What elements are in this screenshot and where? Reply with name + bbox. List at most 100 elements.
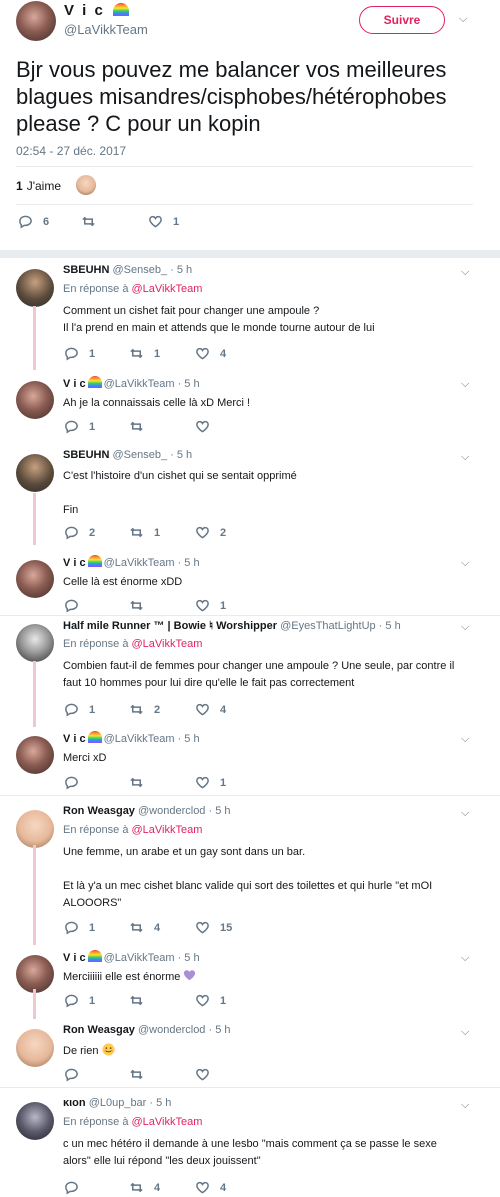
avatar[interactable] [16,560,54,598]
in-reply-to-link[interactable]: @LaVikkTeam [132,638,203,650]
reply-button[interactable]: 6 [18,214,49,229]
reply-header[interactable]: ĸιon @L0up_bar · 5 h [63,1097,171,1109]
retweet-button[interactable]: 1 [129,525,160,540]
retweet-button[interactable] [129,419,154,434]
reply-header[interactable]: V i c @LaVikkTeam · 5 h [63,731,200,745]
avatar[interactable] [16,1029,54,1067]
retweet-button[interactable]: 4 [129,920,160,935]
avatar[interactable] [16,269,54,307]
reply-button[interactable] [64,1180,89,1195]
rainbow-icon [113,3,130,16]
reply-button[interactable]: 1 [64,419,95,434]
reply-button[interactable]: 1 [64,346,95,361]
reply-author-handle[interactable]: @wonderclod · 5 h [138,1024,231,1036]
avatar[interactable] [16,381,54,419]
reply-button[interactable]: 1 [64,920,95,935]
retweet-button[interactable] [81,214,106,229]
like-button[interactable]: 1 [195,775,226,790]
reply-header[interactable]: V i c @LaVikkTeam · 5 h [63,555,200,569]
reply-author-name[interactable]: V i c [63,378,86,390]
divider [0,615,500,616]
reply-count: 1 [89,994,96,1007]
avatar[interactable] [16,1102,54,1140]
reply-author-name[interactable]: Half mile Runner ™ | Bowie ♮ Worshipper [63,620,277,632]
in-reply-to-link[interactable]: @LaVikkTeam [132,1116,203,1128]
avatar[interactable] [16,454,54,492]
reply-text-line: C'est l'histoire d'un cishet qui se sent… [63,470,297,482]
like-button[interactable]: 1 [195,993,226,1008]
reply-button[interactable]: 1 [64,702,95,717]
like-button[interactable]: 4 [195,1180,226,1195]
retweet-button[interactable]: 2 [129,702,160,717]
follow-button[interactable]: Suivre [359,6,445,34]
reply-author-name[interactable]: V i c [63,952,86,964]
like-button[interactable]: 15 [195,920,232,935]
reply-author-handle[interactable]: @LaVikkTeam · 5 h [104,733,200,745]
chevron-down-icon[interactable]: ⌵ [461,808,469,819]
chevron-down-icon[interactable]: ⌵ [461,622,469,633]
reply-author-name[interactable]: Ron Weasgay [63,805,135,817]
retweet-button[interactable]: 1 [129,346,160,361]
chevron-down-icon[interactable]: ⌵ [461,379,469,390]
reply-button[interactable] [64,775,89,790]
retweet-button[interactable] [129,1067,154,1082]
reply-header[interactable]: V i c @LaVikkTeam · 5 h [63,950,200,964]
reply-author-name[interactable]: Ron Weasgay [63,1024,135,1036]
avatar[interactable] [16,810,54,848]
reply-header[interactable]: Half mile Runner ™ | Bowie ♮ Worshipper … [63,619,401,632]
liker-avatar[interactable] [76,175,96,195]
reply-button[interactable]: 1 [64,993,95,1008]
retweet-button[interactable]: 4 [129,1180,160,1195]
like-button[interactable] [195,419,220,434]
reply-author-handle[interactable]: @L0up_bar · 5 h [89,1097,172,1109]
reply-header[interactable]: SBEUHN @Senseb_ · 5 h [63,449,192,461]
reply-author-name[interactable]: V i c [63,557,86,569]
reply-author-name[interactable]: V i c [63,733,86,745]
reply-header[interactable]: Ron Weasgay @wonderclod · 5 h [63,1024,231,1036]
author-name[interactable]: V i c [64,2,130,19]
chevron-down-icon[interactable]: ⌵ [461,1027,469,1038]
likes-summary[interactable]: 1 J'aime [16,179,61,193]
reply-author-handle[interactable]: @EyesThatLightUp · 5 h [280,620,401,632]
in-reply-to-link[interactable]: @LaVikkTeam [132,283,203,295]
timestamp[interactable]: 02:54 - 27 déc. 2017 [16,144,126,158]
like-button[interactable]: 1 [148,214,179,229]
chevron-down-icon[interactable]: ⌵ [461,1100,469,1111]
reply-author-name[interactable]: ĸιon [63,1097,86,1109]
reply-author-handle[interactable]: @LaVikkTeam · 5 h [104,378,200,390]
reply-header[interactable]: SBEUHN @Senseb_ · 5 h [63,264,192,276]
chevron-down-icon[interactable]: ⌵ [461,734,469,745]
like-button[interactable] [195,1067,220,1082]
reply-button[interactable]: 2 [64,525,95,540]
like-button[interactable]: 4 [195,702,226,717]
reply-author-handle[interactable]: @Senseb_ · 5 h [113,264,193,276]
reply-author-name[interactable]: SBEUHN [63,264,109,276]
reply-button[interactable] [64,598,89,613]
in-reply-to-link[interactable]: @LaVikkTeam [132,824,203,836]
chevron-down-icon[interactable]: ⌵ [461,452,469,463]
reply-header[interactable]: Ron Weasgay @wonderclod · 5 h [63,805,231,817]
retweet-button[interactable] [129,598,154,613]
chevron-down-icon[interactable]: ⌵ [461,267,469,278]
reply-author-handle[interactable]: @wonderclod · 5 h [138,805,231,817]
chevron-down-icon[interactable]: ⌵ [461,558,469,569]
retweet-button[interactable] [129,993,154,1008]
author-handle[interactable]: @LaVikkTeam [64,22,148,37]
author-name-text[interactable]: V i c [64,2,105,19]
retweet-button[interactable] [129,775,154,790]
like-button[interactable]: 4 [195,346,226,361]
reply-author-name[interactable]: SBEUHN [63,449,109,461]
reply-author-handle[interactable]: @Senseb_ · 5 h [113,449,193,461]
avatar[interactable] [16,1,56,41]
reply-button[interactable] [64,1067,89,1082]
chevron-down-icon[interactable]: ⌵ [459,14,467,25]
reply-author-handle[interactable]: @LaVikkTeam · 5 h [104,557,200,569]
like-button[interactable]: 1 [195,598,226,613]
avatar[interactable] [16,736,54,774]
reply-header[interactable]: V i c @LaVikkTeam · 5 h [63,376,200,390]
like-button[interactable]: 2 [195,525,226,540]
chevron-down-icon[interactable]: ⌵ [461,953,469,964]
reply-author-handle[interactable]: @LaVikkTeam · 5 h [104,952,200,964]
avatar[interactable] [16,955,54,993]
avatar[interactable] [16,624,54,662]
